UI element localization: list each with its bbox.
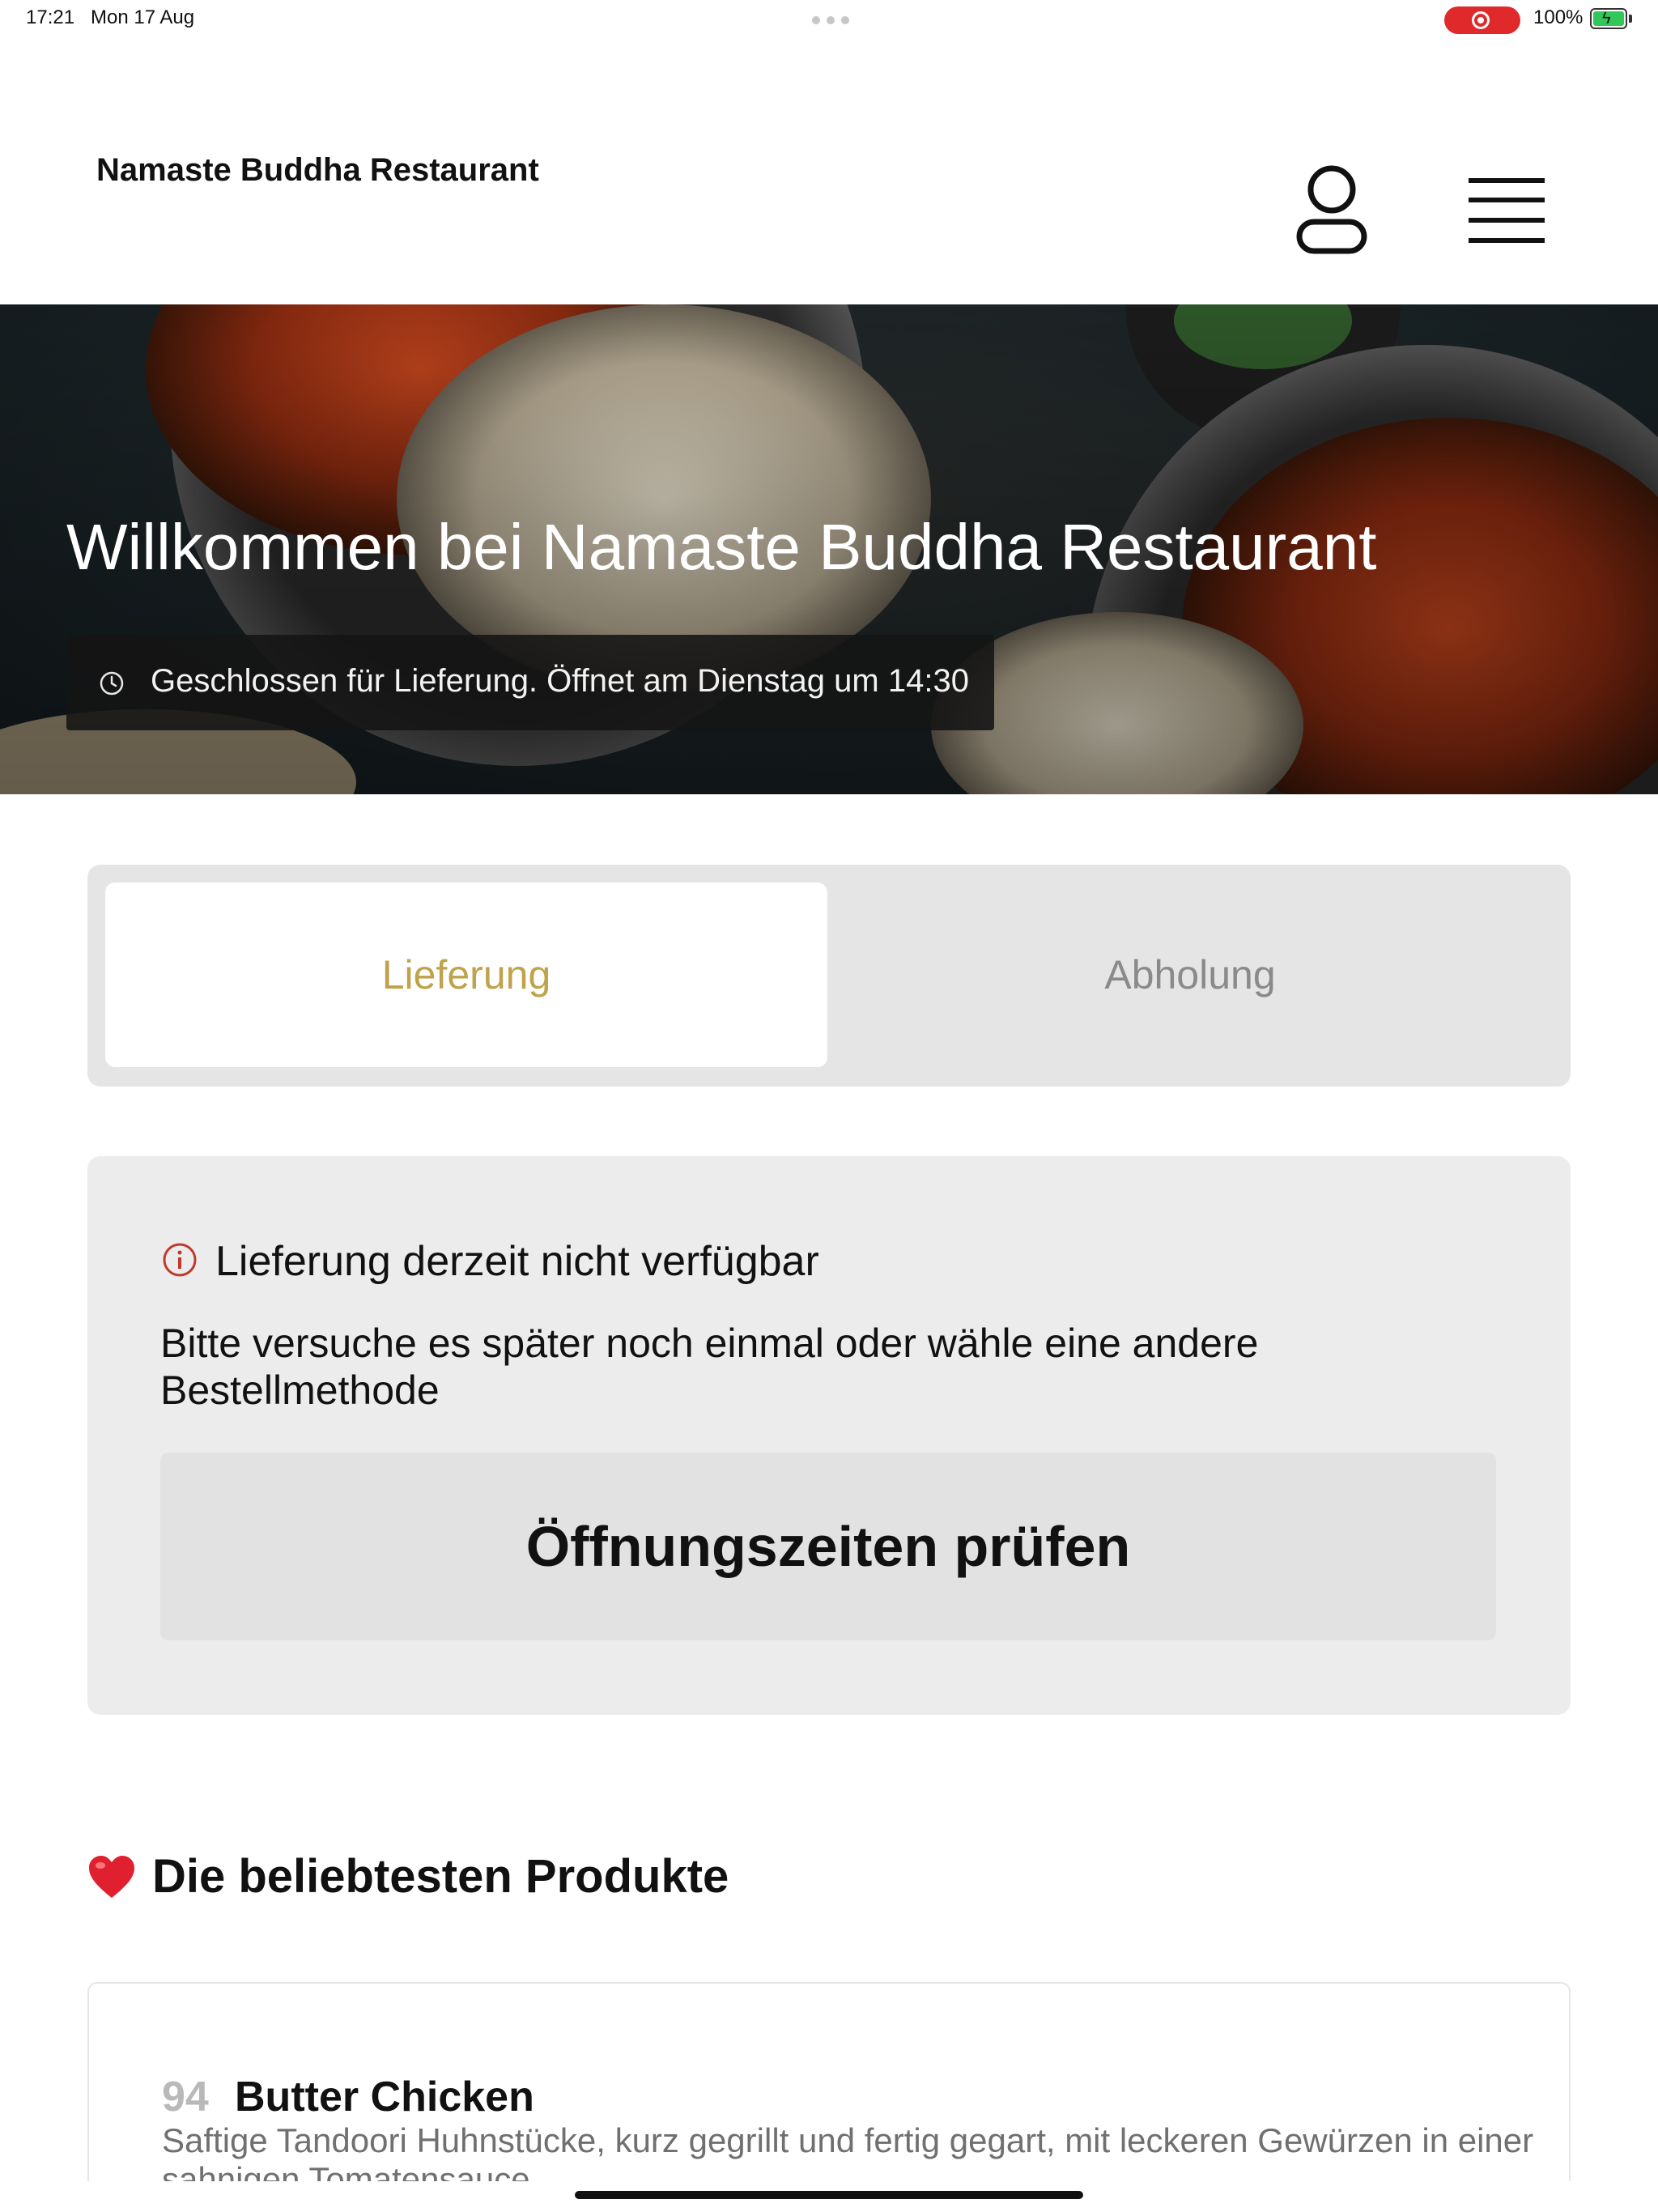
notice-text: Bitte versuche es später noch einmal ode… (160, 1321, 1259, 1413)
info-icon (163, 1243, 197, 1277)
battery-percentage: 100% (1533, 6, 1584, 28)
clock-icon (100, 671, 124, 696)
hero-banner: Willkommen bei Namaste Buddha Restaurant… (0, 304, 1658, 794)
user-account-button[interactable] (1295, 165, 1368, 256)
site-header: Namaste Buddha Restaurant (0, 39, 1658, 304)
status-time: 17:21 (26, 6, 75, 28)
battery-cap (1629, 15, 1632, 23)
notice-title: Lieferung derzeit nicht verfügbar (215, 1238, 819, 1285)
battery-icon: ϟ (1590, 8, 1627, 29)
product-card[interactable]: 94 Butter Chicken Saftige Tandoori Huhns… (87, 1982, 1571, 2212)
restaurant-name[interactable]: Namaste Buddha Restaurant (96, 152, 539, 189)
user-icon (1296, 165, 1367, 254)
product-name: Butter Chicken (235, 2074, 534, 2121)
screen-recording-icon[interactable] (1444, 6, 1520, 34)
delivery-status-text: Geschlossen für Lieferung. Öffnet am Die… (151, 663, 969, 699)
status-bar: 17:21 Mon 17 Aug 100% ϟ (0, 0, 1658, 39)
page: 17:21 Mon 17 Aug 100% ϟ Namaste Buddha R… (0, 0, 1658, 2212)
multitasking-dots-icon[interactable] (812, 16, 849, 24)
delivery-status-badge: Geschlossen für Lieferung. Öffnet am Die… (66, 635, 994, 730)
product-number: 94 (162, 2074, 209, 2121)
order-method-toggle: Lieferung Abholung (87, 865, 1571, 1087)
popular-products-heading: Die beliebtesten Produkte (87, 1849, 729, 1904)
tab-delivery[interactable]: Lieferung (105, 883, 827, 1067)
welcome-heading: Willkommen bei Namaste Buddha Restaurant (66, 511, 1377, 583)
check-opening-hours-button[interactable]: Öffnungszeiten prüfen (160, 1453, 1496, 1640)
home-indicator[interactable] (575, 2191, 1083, 2199)
popular-products-title: Die beliebtesten Produkte (152, 1850, 729, 1903)
hamburger-menu-button[interactable] (1465, 175, 1548, 246)
heart-icon (89, 1855, 134, 1898)
delivery-unavailable-notice: Lieferung derzeit nicht verfügbar Bitte … (87, 1156, 1571, 1715)
hamburger-menu-icon (1469, 178, 1545, 243)
tab-pickup[interactable]: Abholung (829, 883, 1551, 1067)
status-date: Mon 17 Aug (91, 6, 195, 28)
